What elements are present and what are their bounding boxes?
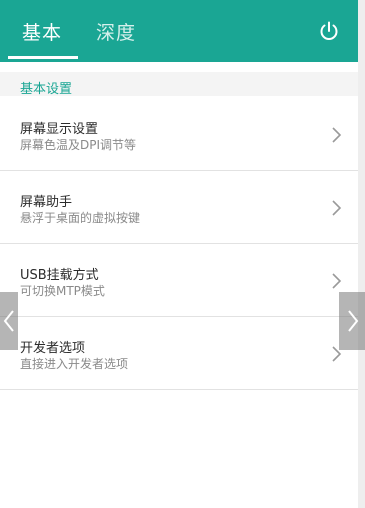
chevron-right-icon	[332, 200, 342, 216]
next-arrow-button[interactable]	[339, 292, 365, 350]
list-item-developer-options[interactable]: 开发者选项 直接进入开发者选项	[0, 317, 358, 390]
tab-indicator	[8, 56, 78, 59]
list-item-title: 开发者选项	[20, 341, 86, 356]
tab-basic[interactable]: 基本	[22, 18, 62, 45]
list-item-title: USB挂载方式	[20, 268, 99, 283]
chevron-right-icon	[348, 310, 359, 332]
right-edge-strip	[358, 0, 365, 508]
list-item-subtitle: 悬浮于桌面的虚拟按键	[20, 211, 141, 225]
chevron-right-icon	[332, 127, 342, 143]
tab-depth[interactable]: 深度	[96, 18, 136, 45]
list-item-screen-assistant[interactable]: 屏幕助手 悬浮于桌面的虚拟按键	[0, 171, 358, 244]
list-item-subtitle: 直接进入开发者选项	[20, 357, 129, 371]
list-item-title: 屏幕显示设置	[20, 122, 99, 137]
top-app-bar: 基本 深度	[0, 0, 358, 62]
power-icon[interactable]	[318, 20, 340, 42]
list-item-subtitle: 屏幕色温及DPI调节等	[20, 138, 137, 152]
list-item-subtitle: 可切换MTP模式	[20, 284, 105, 298]
list-item-screen-display[interactable]: 屏幕显示设置 屏幕色温及DPI调节等	[0, 98, 358, 171]
list-item-usb-mount[interactable]: USB挂载方式 可切换MTP模式	[0, 244, 358, 317]
list-item-title: 屏幕助手	[20, 195, 73, 210]
chevron-right-icon	[332, 273, 342, 289]
chevron-left-icon	[3, 310, 14, 332]
prev-arrow-button[interactable]	[0, 292, 18, 350]
section-title: 基本设置	[20, 82, 73, 97]
